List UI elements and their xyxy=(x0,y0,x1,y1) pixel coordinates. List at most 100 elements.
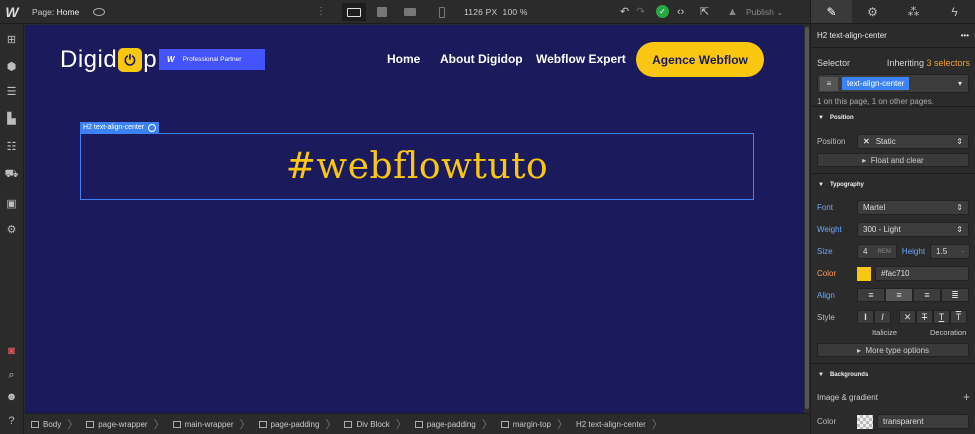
image-gradient-row: Image & gradient + xyxy=(811,390,975,404)
canvas-size-readout: 1126 PX 100 % xyxy=(464,7,528,17)
status-check-icon[interactable]: ✓ xyxy=(656,5,669,18)
add-background-icon[interactable]: + xyxy=(963,390,970,404)
align-label: Align xyxy=(817,290,835,300)
position-select[interactable]: ✕ Static ⇕ xyxy=(857,134,969,149)
ecommerce-icon[interactable]: ⛟ xyxy=(5,168,19,181)
font-label: Font xyxy=(817,203,834,212)
breakpoint-tablet-icon[interactable] xyxy=(370,3,394,21)
breadcrumb-item[interactable]: main-wrapper 〉 xyxy=(172,416,257,432)
design-canvas[interactable]: Digid ⏻ p W Professional Partner Home Abou… xyxy=(25,25,810,413)
typography-section[interactable]: ▼ Typography xyxy=(811,173,975,195)
backgrounds-section[interactable]: ▼ Backgrounds xyxy=(811,363,975,385)
settings-gear-icon[interactable]: ⚙ xyxy=(852,0,893,23)
export-icon[interactable]: ⇱ xyxy=(700,5,709,19)
underline-icon[interactable]: T xyxy=(933,310,950,324)
element-title: H2 text-align-center xyxy=(817,31,887,40)
selector-dropdown-icon[interactable]: ▾ xyxy=(958,79,962,88)
size-label: Size xyxy=(817,247,833,256)
pages-icon[interactable]: ▙ xyxy=(5,112,18,125)
bg-color-input[interactable]: transparent xyxy=(877,414,969,429)
selector-style-icon[interactable]: ≡ xyxy=(820,76,838,91)
left-toolbar: ⊞ ⬢ ☰ ▙ ☷ ⛟ ▣ ⚙ ◙ ⌕ ☻ ? xyxy=(0,25,24,434)
breadcrumb-item[interactable]: page-padding 〉 xyxy=(258,416,343,432)
bg-color-label: Color xyxy=(817,417,837,426)
size-input[interactable]: 4 REM xyxy=(856,244,897,259)
designer-toolbar: W Page: Home ⋮ 1126 PX 100 % ↶ ↷ ✓ ‹› ⇱ … xyxy=(0,0,810,24)
nav-link-expert[interactable]: Webflow Expert xyxy=(536,52,626,66)
style-label: Style xyxy=(817,312,835,322)
audit-icon[interactable]: ◙ xyxy=(5,345,18,357)
transparent-swatch[interactable] xyxy=(857,414,873,429)
help-icon[interactable]: ? xyxy=(5,415,18,427)
size-row: Size 4 REM Height 1.5- xyxy=(811,244,975,259)
element-settings-icon[interactable] xyxy=(148,123,157,132)
site-logo[interactable]: Digid ⏻ p xyxy=(60,46,157,74)
image-gradient-label: Image & gradient xyxy=(817,392,878,402)
publish-button[interactable]: Publish ⌄ xyxy=(746,7,783,18)
breadcrumb-item[interactable]: margin-top 〉 xyxy=(500,416,574,432)
page-selector[interactable]: Page: Home xyxy=(32,7,79,17)
breadcrumb-item-current[interactable]: H2 text-align-center 〉 xyxy=(576,416,669,432)
lightning-icon[interactable]: ϟ xyxy=(934,0,975,23)
style-brush-icon[interactable]: ✎ xyxy=(811,0,852,23)
nav-link-about[interactable]: About Digidop xyxy=(440,52,523,66)
usage-note: 1 on this page, 1 on other pages. xyxy=(817,97,934,106)
nav-link-home[interactable]: Home xyxy=(387,52,420,66)
decoration-none-icon[interactable]: ✕ xyxy=(899,310,916,324)
color-input[interactable]: #fac710 xyxy=(875,266,969,281)
breakpoint-desktop-icon[interactable] xyxy=(342,3,366,21)
font-row: Font Martel ⇕ xyxy=(811,200,975,215)
selector-label: Selector xyxy=(817,58,851,68)
more-dots-icon[interactable]: ⋮ xyxy=(316,7,326,17)
class-chip[interactable]: text-align-center xyxy=(842,77,910,90)
selection-tag[interactable]: H2 text-align-center xyxy=(80,122,160,133)
align-center-icon[interactable]: ≡ xyxy=(885,288,913,302)
position-section[interactable]: ▼ Position xyxy=(811,106,975,128)
breadcrumb-item[interactable]: Div Block 〉 xyxy=(344,416,412,432)
align-right-icon[interactable]: ≡ xyxy=(913,288,941,302)
position-row: Position ✕ Static ⇕ xyxy=(811,134,975,149)
more-type-options-button[interactable]: ▸ More type options xyxy=(817,343,969,357)
users-icon[interactable]: ☻ xyxy=(5,391,18,403)
cta-button[interactable]: Agence Webflow xyxy=(636,42,764,77)
add-panel-icon[interactable]: ⊞ xyxy=(5,33,18,46)
assets-icon[interactable]: ▣ xyxy=(5,197,18,210)
more-options-icon[interactable]: ••• xyxy=(961,31,969,40)
color-row: Color #fac710 xyxy=(811,266,975,281)
height-input[interactable]: 1.5- xyxy=(930,244,971,259)
webflow-logo[interactable]: W xyxy=(0,0,24,24)
search-icon[interactable]: ⌕ xyxy=(5,369,18,381)
height-label: Height xyxy=(901,247,926,256)
breadcrumb-item[interactable]: Body 〉 xyxy=(31,416,84,432)
selector-row: Selector Inheriting 3 selectors xyxy=(811,58,975,68)
breadcrumb-item[interactable]: page-wrapper 〉 xyxy=(86,416,170,432)
partner-badge[interactable]: W Professional Partner xyxy=(159,49,265,70)
overline-icon[interactable]: T xyxy=(950,310,967,324)
style-row: Style I I ✕ T T T xyxy=(811,310,975,324)
weight-select[interactable]: 300 - Light ⇕ xyxy=(857,222,969,237)
code-icon[interactable]: ‹› xyxy=(677,5,684,19)
interactions-icon[interactable]: ⁂ xyxy=(893,0,934,23)
symbols-icon[interactable]: ⬢ xyxy=(5,60,18,73)
float-clear-button[interactable]: ▸ Float and clear xyxy=(817,153,969,167)
color-swatch[interactable] xyxy=(857,266,871,281)
preview-eye-icon[interactable] xyxy=(93,7,106,16)
breakpoint-portrait-icon[interactable] xyxy=(430,3,454,21)
align-left-icon[interactable]: ≡ xyxy=(857,288,885,302)
undo-icon[interactable]: ↶ xyxy=(620,5,629,19)
power-icon: ⏻ xyxy=(118,48,143,72)
selector-field[interactable]: ≡ text-align-center ▾ xyxy=(811,74,975,93)
breadcrumb-item[interactable]: page-padding 〉 xyxy=(414,416,499,432)
cms-icon[interactable]: ☷ xyxy=(5,140,18,153)
redo-icon[interactable]: ↷ xyxy=(636,5,645,19)
settings-icon[interactable]: ⚙ xyxy=(5,223,18,236)
breadcrumb: Body 〉 page-wrapper 〉 main-wrapper 〉 page-p… xyxy=(25,413,810,434)
font-select[interactable]: Martel ⇕ xyxy=(857,200,969,215)
strikethrough-icon[interactable]: T xyxy=(916,310,933,324)
italic-on-icon[interactable]: I xyxy=(874,310,891,324)
align-justify-icon[interactable]: ≣ xyxy=(941,288,969,302)
italic-off-icon[interactable]: I xyxy=(857,310,874,324)
navigator-icon[interactable]: ☰ xyxy=(5,85,18,98)
inheriting-note[interactable]: Inheriting 3 selectors xyxy=(887,58,970,68)
breakpoint-landscape-icon[interactable] xyxy=(398,3,422,21)
